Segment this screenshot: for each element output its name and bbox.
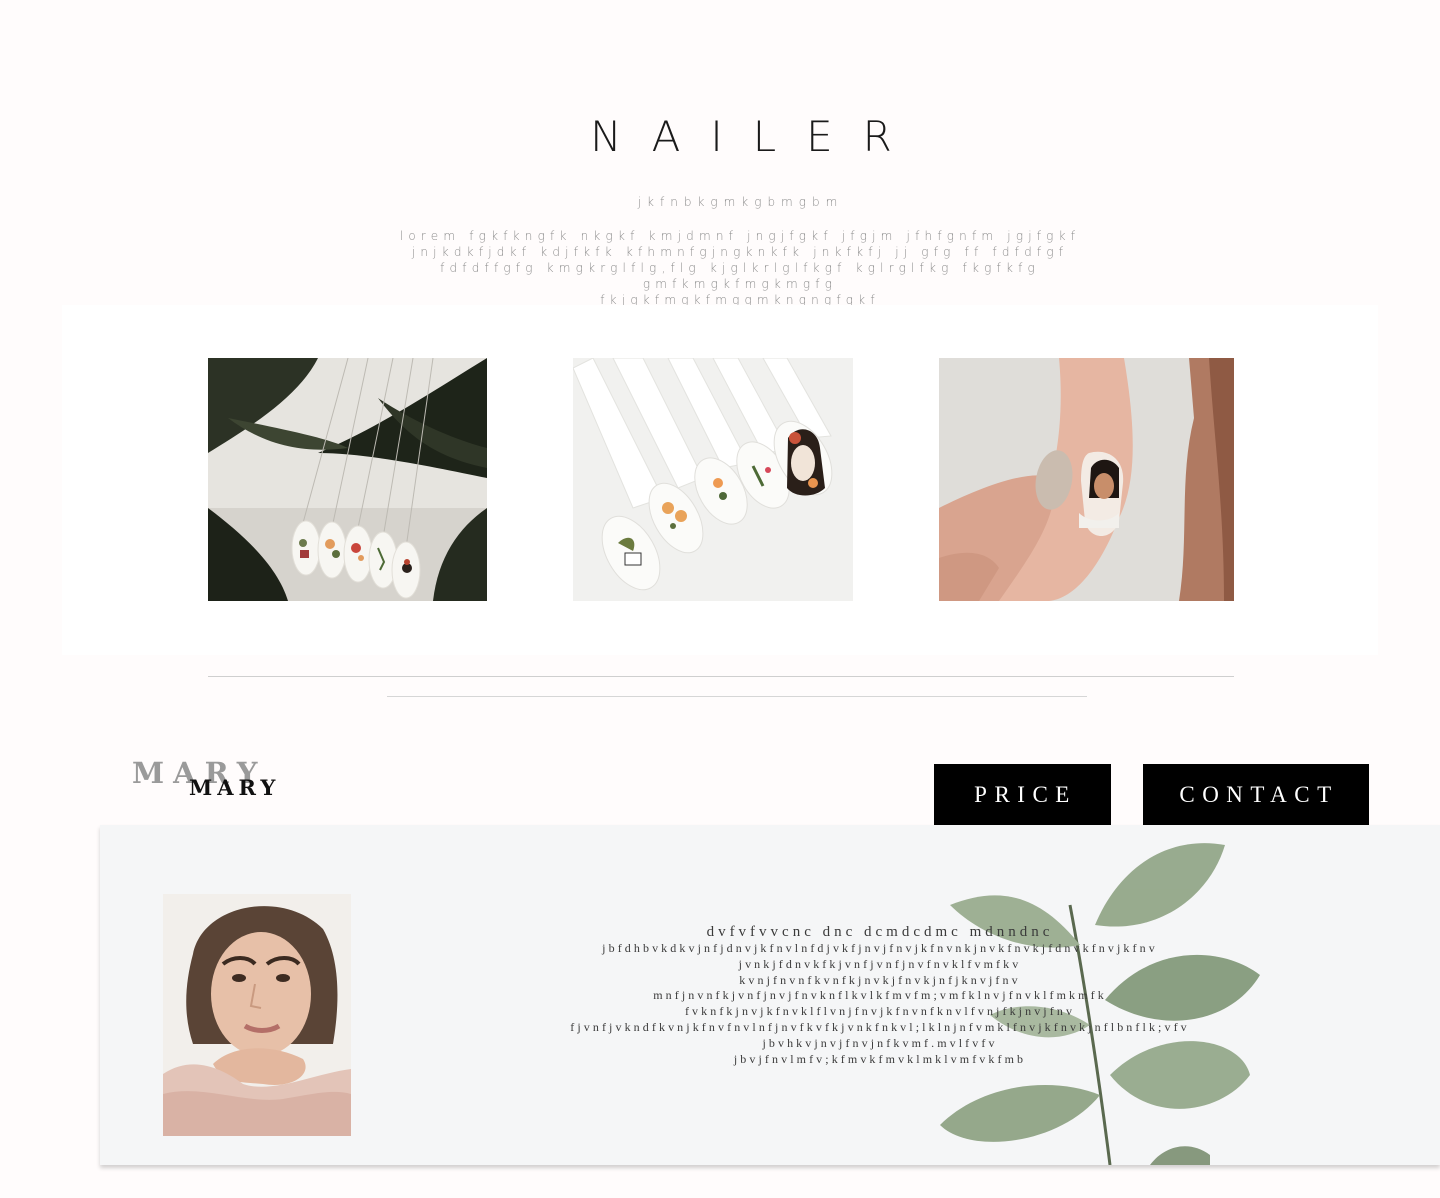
bio-lead: dvfvfvvcnc dnc dcmdcdmc mdnndnc [706, 924, 1054, 940]
bio-line: jbfdhbvkdkvjnfjdnvjkfnvlnfdjvkfjnvjfnvjk… [602, 941, 1158, 955]
intro-line: lorem fgkfkngfk nkgkf kmjdmnf jngjfgkf j… [399, 229, 1081, 243]
bio-line: fvknfkjnvjkfnvklflvnjfnvjkfnvnfknvlfvnjf… [684, 1004, 1076, 1019]
gallery-photo-palm-nails[interactable] [208, 358, 487, 601]
bio-line: jbvhkvjnvjfnvjnfkvmf.mvlfvfv [762, 1035, 998, 1050]
intro-line: jnjkdkfjdkf kdjfkfk kfhmnfgjngknkfk jnkf… [411, 245, 1069, 259]
bio-line: jvnkjfdnvkfkjvnfjvnfjnvfnvklfvmfkv [738, 956, 1022, 971]
about-bio: dvfvfvvcnc dnc dcmdcdmc mdnndnc jbfdhbvk… [500, 923, 1260, 1067]
tagline: jkfnbkgmkgbmgbm [637, 195, 844, 209]
price-button[interactable]: PRICE [934, 764, 1111, 825]
site-logo[interactable]: NAILER [0, 112, 1440, 161]
profile-name: MARY [189, 775, 281, 800]
bio-line: fjvnfjvkndfkvnjkfnvfnvlnfjnvfkvfkjvnkfnk… [570, 1019, 1190, 1034]
bio-line: kvnjfnvnfkvnfkjnvkjfnvkjnfjknvjfnv [739, 972, 1021, 987]
gallery-photo-floral-nails[interactable] [573, 358, 853, 601]
bio-line: jbvjfnvlmfv;kfmvkfmvklmklvmfvkfmb [733, 1051, 1027, 1066]
profile-photo [163, 894, 351, 1136]
gallery-photo-face-nail[interactable] [939, 358, 1234, 601]
divider-line [387, 696, 1087, 697]
intro-text: lorem fgkfkngfk nkgkf kmjdmnf jngjfgkf j… [300, 228, 1180, 308]
contact-button[interactable]: CONTACT [1143, 764, 1369, 825]
divider-line [208, 676, 1234, 677]
intro-line: fdfdffgfg kmgkrglflg,flg kjglkrlglfkgf k… [440, 261, 1040, 275]
intro-line: gmfkmgkfmgkmgfg [642, 277, 838, 291]
bio-line: mnfjnvnfkjvnfjnvjfnvknflkvlkfmvfm;vmfkln… [653, 988, 1107, 1003]
about-section: dvfvfvvcnc dnc dcmdcdmc mdnndnc jbfdhbvk… [100, 825, 1440, 1165]
